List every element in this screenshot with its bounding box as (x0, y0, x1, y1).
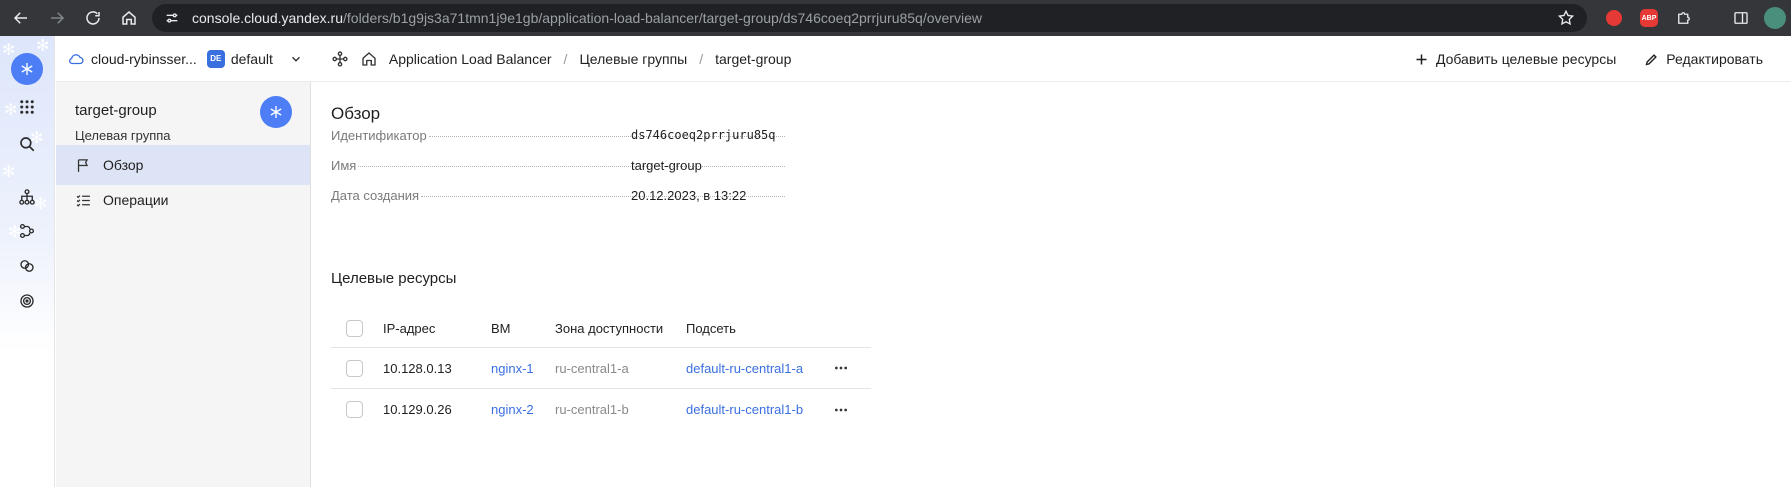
row-select-cell (346, 389, 363, 430)
flag-icon (77, 158, 89, 172)
cell-zone: ru-central1-a (555, 360, 629, 376)
menu-item-label: Операции (103, 192, 169, 208)
field-id: Идентификатор ds746coeq2prrjuru85q (331, 128, 787, 143)
field-value: 20.12.2023, в 13:22 (631, 188, 747, 203)
routing-icon[interactable] (14, 218, 40, 244)
table-row: 10.129.0.26 nginx-2 ru-central1-b defaul… (331, 389, 871, 430)
field-value: target-group (631, 158, 702, 173)
row-actions-cell (833, 389, 849, 430)
url-text[interactable]: console.cloud.yandex.ru/folders/b1g9js3a… (192, 10, 982, 26)
top-header: cloud-rybinsser... DE default Applicatio… (56, 36, 1791, 82)
browser-toolbar: console.cloud.yandex.ru/folders/b1g9js3a… (0, 0, 1791, 36)
forward-icon[interactable] (42, 3, 72, 33)
pencil-icon (1645, 53, 1658, 65)
breadcrumb-current: target-group (715, 50, 792, 67)
column-header-subnet[interactable]: Подсеть (686, 310, 736, 347)
cell-ip: 10.129.0.26 (383, 402, 452, 417)
row-actions-cell (833, 348, 849, 388)
edit-label: Редактировать (1666, 51, 1763, 67)
section-title: Целевые ресурсы (331, 270, 457, 287)
more-horizontal-icon[interactable] (833, 360, 849, 376)
breadcrumb-separator: / (699, 50, 704, 67)
edit-button[interactable]: Редактировать (1644, 51, 1763, 67)
backend-groups-icon[interactable] (14, 253, 40, 279)
cell-subnet-link[interactable]: default-ru-central1-b (686, 389, 803, 430)
resource-type: Целевая группа (75, 128, 171, 143)
breadcrumb: Application Load Balancer / Целевые груп… (331, 50, 792, 68)
menu-item-label: Обзор (103, 157, 144, 173)
field-value[interactable]: ds746coeq2prrjuru85q (631, 128, 776, 142)
search-icon[interactable] (14, 131, 40, 157)
cloud-selector[interactable]: cloud-rybinsser... (67, 50, 197, 68)
cell-vm-link[interactable]: nginx-2 (491, 389, 534, 430)
plus-icon (1416, 54, 1427, 64)
checklist-icon (76, 194, 90, 207)
table-header-row: IP-адрес ВМ Зона доступности Подсеть (331, 310, 871, 348)
row-checkbox[interactable] (346, 359, 363, 377)
load-balancer-icon[interactable] (14, 184, 40, 210)
back-icon[interactable] (6, 3, 36, 33)
field-label: Дата создания (331, 188, 420, 203)
more-horizontal-icon[interactable] (833, 402, 849, 418)
bookmark-star-icon[interactable] (1557, 9, 1575, 32)
cell-ip: 10.128.0.13 (383, 360, 452, 376)
service-logo-icon (260, 96, 292, 128)
address-bar[interactable]: console.cloud.yandex.ru/folders/b1g9js3a… (152, 4, 1587, 32)
select-all-cell (346, 310, 363, 347)
adblock-label: ABP (1640, 9, 1658, 27)
reload-icon[interactable] (78, 3, 108, 33)
header-actions: Добавить целевые ресурсы Редактировать (1414, 36, 1791, 82)
field-created: Дата создания 20.12.2023, в 13:22 (331, 188, 787, 203)
resource-title: target-group (75, 102, 157, 119)
app-rail: ✻ ✻ ✻ ✻ ✻ ✻ ✻ (0, 36, 55, 487)
add-targets-button[interactable]: Добавить целевые ресурсы (1414, 51, 1616, 67)
extensions-puzzle-icon[interactable] (1673, 7, 1695, 29)
page-title: Обзор (331, 104, 381, 123)
add-targets-label: Добавить целевые ресурсы (1435, 51, 1617, 67)
main-content: Обзор Идентификатор ds746coeq2prrjuru85q… (331, 82, 1731, 487)
field-label: Идентификатор (331, 128, 427, 143)
side-panel-icon[interactable] (1730, 7, 1752, 29)
site-settings-icon[interactable] (158, 4, 186, 32)
target-groups-icon[interactable] (14, 288, 40, 314)
leader-dots (358, 166, 785, 167)
cell-subnet-link[interactable]: default-ru-central1-a (686, 348, 803, 388)
targets-table: IP-адрес ВМ Зона доступности Подсеть 10.… (331, 310, 871, 430)
adblock-extension-icon[interactable]: ABP (1638, 7, 1660, 29)
all-services-grid-icon[interactable] (14, 94, 40, 120)
resource-side-panel: target-group Целевая группа Обзор Операц… (56, 82, 311, 487)
cell-zone: ru-central1-b (555, 402, 629, 417)
field-label: Имя (331, 158, 357, 173)
snowflake-icon: ✻ (2, 42, 16, 59)
row-select-cell (346, 348, 363, 388)
home-icon[interactable] (114, 3, 144, 33)
snowflake-icon: ✻ (2, 164, 16, 181)
url-host: console.cloud.yandex.ru (192, 10, 343, 26)
breadcrumb-target-groups[interactable]: Целевые группы (579, 51, 687, 67)
row-checkbox[interactable] (346, 401, 363, 418)
browser-profile-avatar[interactable] (1764, 7, 1786, 29)
url-path: /folders/b1g9js3a71tmn1j9e1gb/applicatio… (343, 10, 982, 26)
breadcrumb-separator: / (563, 50, 568, 67)
folder-badge: DE (206, 49, 225, 68)
snowflake-icon: ✻ (36, 38, 50, 55)
menu-item-overview[interactable]: Обзор (56, 145, 310, 185)
cloud-name: cloud-rybinsser... (91, 50, 197, 67)
column-header-zone[interactable]: Зона доступности (555, 310, 663, 347)
cell-vm-link[interactable]: nginx-1 (491, 348, 534, 388)
field-name: Имя target-group (331, 158, 787, 173)
extension-red-icon[interactable] (1603, 7, 1625, 29)
home-icon[interactable] (360, 50, 378, 68)
table-row: 10.128.0.13 nginx-1 ru-central1-a defaul… (331, 348, 871, 389)
chevron-down-icon[interactable] (289, 52, 303, 66)
menu-item-operations[interactable]: Операции (56, 180, 310, 220)
column-header-ip[interactable]: IP-адрес (383, 310, 435, 347)
cloud-icon (69, 53, 84, 64)
yandex-cloud-logo-icon[interactable] (11, 53, 43, 85)
select-all-checkbox[interactable] (346, 320, 363, 337)
breadcrumb-service[interactable]: Application Load Balancer (389, 51, 552, 67)
column-header-vm[interactable]: ВМ (491, 310, 511, 347)
service-map-icon[interactable] (331, 50, 349, 68)
folder-selector[interactable]: default (231, 51, 273, 67)
